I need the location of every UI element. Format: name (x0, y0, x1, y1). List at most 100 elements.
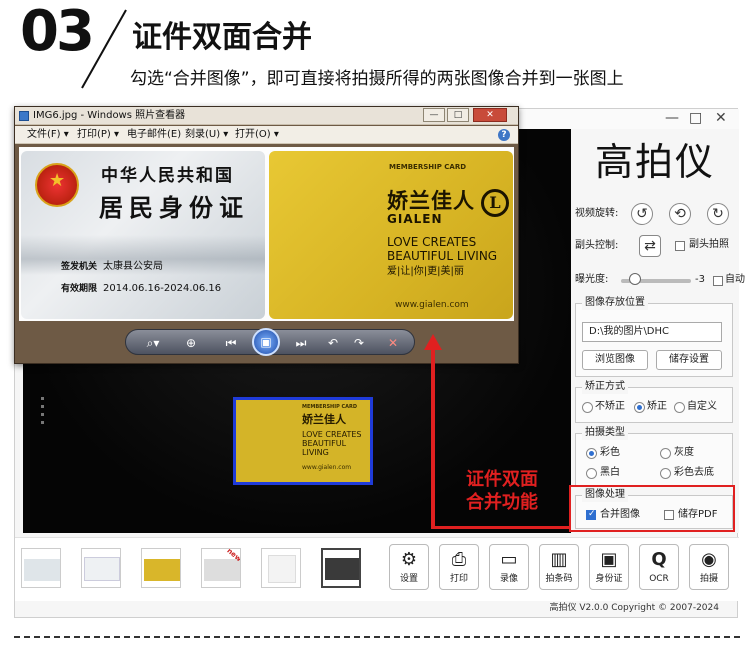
camera-icon: ◉ (701, 549, 717, 570)
browse-images-button[interactable]: 浏览图像 (582, 350, 648, 370)
capture-type-group: 拍摄类型 彩色 灰度 黑白 彩色去底 (575, 426, 733, 487)
bottom-toolbar: new ⚙ 设置 ⎙ 打印 ▭ 录像 ▥ 拍条码 ▣ 身份证 Q OCR ◉ 拍… (15, 537, 739, 601)
menu-open[interactable]: 打开(O) ▾ (235, 128, 279, 142)
preview-card-slogan-1: LOVE CREATES (302, 430, 362, 439)
capture-type-label-gray: 灰度 (674, 447, 694, 458)
capture-type-radio-color[interactable] (586, 448, 597, 459)
menu-file[interactable]: 文件(F) ▾ (27, 128, 69, 142)
id-card-image: 中华人民共和国 居民身份证 签发机关太康县公安局 有效期限 2014.06.16-… (21, 151, 265, 319)
printer-icon: ⎙ (451, 549, 467, 570)
id-card-validity-label: 有效期限 (61, 284, 98, 294)
thumbnail-1[interactable] (21, 548, 61, 588)
thumbnail-4[interactable]: new (201, 548, 241, 588)
menu-email[interactable]: 电子邮件(E) (127, 128, 181, 142)
annotation-label-line-2: 合并功能 (466, 492, 538, 513)
storage-settings-button[interactable]: 储存设置 (656, 350, 722, 370)
national-emblem-icon (35, 163, 79, 207)
correction-group: 矫正方式 不矫正 矫正 自定义 (575, 380, 733, 423)
previous-icon[interactable]: ⏮ (222, 334, 240, 352)
correction-radio-none[interactable] (582, 402, 593, 413)
viewer-minimize-button[interactable]: — (423, 108, 445, 122)
help-icon[interactable]: ? (498, 129, 510, 141)
close-button[interactable]: ✕ (715, 110, 727, 126)
id-card-issuer-row: 签发机关 太康县公安局 (61, 261, 163, 273)
id-card-tool-button[interactable]: ▣ 身份证 (589, 544, 629, 590)
id-card-issuer-value: 太康县公安局 (103, 261, 164, 272)
correction-group-title: 矫正方式 (582, 380, 628, 394)
barcode-tool-button[interactable]: ▥ 拍条码 (539, 544, 579, 590)
membership-card-header: MEMBERSHIP CARD (389, 163, 467, 171)
next-icon[interactable]: ⏭ (292, 334, 310, 352)
annotation-line-vertical (431, 348, 435, 528)
ocr-magnifier-icon: Q (651, 549, 667, 570)
thumbnail-2[interactable] (81, 548, 121, 588)
section-title: 证件双面合并 (132, 20, 312, 55)
id-card-tool-label: 身份证 (595, 574, 623, 584)
viewer-close-button[interactable]: ✕ (473, 108, 507, 122)
membership-card-slogan-2: BEAUTIFUL LIVING (387, 249, 498, 263)
fit-window-icon[interactable]: ⊕ (182, 334, 200, 352)
sub-camera-capture-checkbox[interactable] (675, 241, 685, 251)
viewer-maximize-button[interactable]: □ (447, 108, 469, 122)
menu-burn[interactable]: 刻录(U) ▾ (185, 128, 228, 142)
rotate-right-icon[interactable]: ↻ (707, 203, 729, 225)
sub-camera-capture-label: 副头拍照 (689, 239, 729, 250)
ocr-tool-label: OCR (649, 574, 669, 584)
preview-card-brand: 娇兰佳人 (302, 413, 346, 426)
thumbnail-5[interactable] (261, 548, 301, 588)
capture-type-radio-color-nobg[interactable] (660, 468, 671, 479)
maximize-button[interactable]: □ (689, 110, 702, 126)
capture-type-label-bw: 黑白 (600, 467, 620, 478)
capture-type-label-color-nobg: 彩色去底 (674, 467, 714, 478)
thumbnail-6-selected[interactable] (321, 548, 361, 588)
zoom-icon[interactable]: ⌕▾ (144, 334, 162, 352)
preview-card-url: www.gialen.com (302, 464, 352, 471)
viewer-control-bar: ⌕▾ ⊕ ⏮ ▣ ⏭ ↶ ↷ ✕ (125, 328, 415, 356)
record-tool-label: 录像 (499, 574, 518, 584)
id-card-issuer-label: 签发机关 (61, 262, 98, 272)
rotate-clockwise-icon[interactable]: ↷ (350, 334, 368, 352)
correction-radio-on[interactable] (634, 402, 645, 413)
section-subtitle: 勾选“合并图像”，即可直接将拍摄所得的两张图像合并到一张图上 (130, 69, 624, 89)
storage-path-field[interactable]: D:\我的图片\DHC (582, 322, 722, 342)
settings-tool-button[interactable]: ⚙ 设置 (389, 544, 429, 590)
membership-card-slogan-cn: 爱|让|你|更|美|丽 (387, 266, 464, 277)
slideshow-icon[interactable]: ▣ (252, 328, 280, 356)
bottom-dashed-divider (14, 636, 740, 638)
viewer-titlebar: IMG6.jpg - Windows 照片查看器 — □ ✕ (15, 107, 518, 125)
rotate-reset-icon[interactable]: ⟲ (669, 203, 691, 225)
minimize-button[interactable]: — (665, 110, 679, 126)
barcode-icon: ▥ (550, 549, 568, 570)
id-card-validity-value: 2014.06.16-2024.06.16 (103, 283, 222, 294)
rotate-left-icon[interactable]: ↺ (631, 203, 653, 225)
viewer-menubar: 文件(F) ▾ 打印(P) ▾ 电子邮件(E) 刻录(U) ▾ 打开(O) ▾ … (15, 126, 518, 144)
membership-card-image: MEMBERSHIP CARD 娇兰佳人 GIALEN L LOVE CREAT… (269, 151, 513, 319)
delete-icon[interactable]: ✕ (384, 334, 402, 352)
exposure-slider-handle[interactable] (629, 273, 641, 285)
annotation-label-line-1: 证件双面 (466, 469, 538, 490)
capture-type-radio-bw[interactable] (586, 468, 597, 479)
video-camera-icon: ▭ (500, 549, 518, 570)
correction-radio-custom[interactable] (674, 402, 685, 413)
settings-tool-label: 设置 (399, 574, 418, 584)
capture-tool-button[interactable]: ◉ 拍摄 (689, 544, 729, 590)
record-tool-button[interactable]: ▭ 录像 (489, 544, 529, 590)
storage-group-title: 图像存放位置 (582, 296, 648, 310)
membership-card-brand-cn: 娇兰佳人 (387, 189, 475, 213)
correction-label-on: 矫正 (647, 401, 667, 412)
viewer-title: IMG6.jpg - Windows 照片查看器 (33, 110, 186, 121)
ocr-tool-button[interactable]: Q OCR (639, 544, 679, 590)
menu-print[interactable]: 打印(P) ▾ (77, 128, 119, 142)
thumbnail-3[interactable] (141, 548, 181, 588)
capture-type-radio-gray[interactable] (660, 448, 671, 459)
membership-card-url: www.gialen.com (395, 300, 469, 310)
gear-icon: ⚙ (400, 549, 418, 570)
auto-exposure-checkbox[interactable] (713, 276, 723, 286)
app-logo: 高拍仪 (594, 140, 715, 184)
print-tool-button[interactable]: ⎙ 打印 (439, 544, 479, 590)
viewer-image: 中华人民共和国 居民身份证 签发机关太康县公安局 有效期限 2014.06.16-… (19, 147, 514, 321)
sub-camera-switch-icon[interactable]: ⇄ (639, 235, 661, 257)
auto-exposure-label: 自动 (725, 274, 745, 285)
rotate-counterclockwise-icon[interactable]: ↶ (324, 334, 342, 352)
capture-type-group-title: 拍摄类型 (582, 426, 628, 440)
